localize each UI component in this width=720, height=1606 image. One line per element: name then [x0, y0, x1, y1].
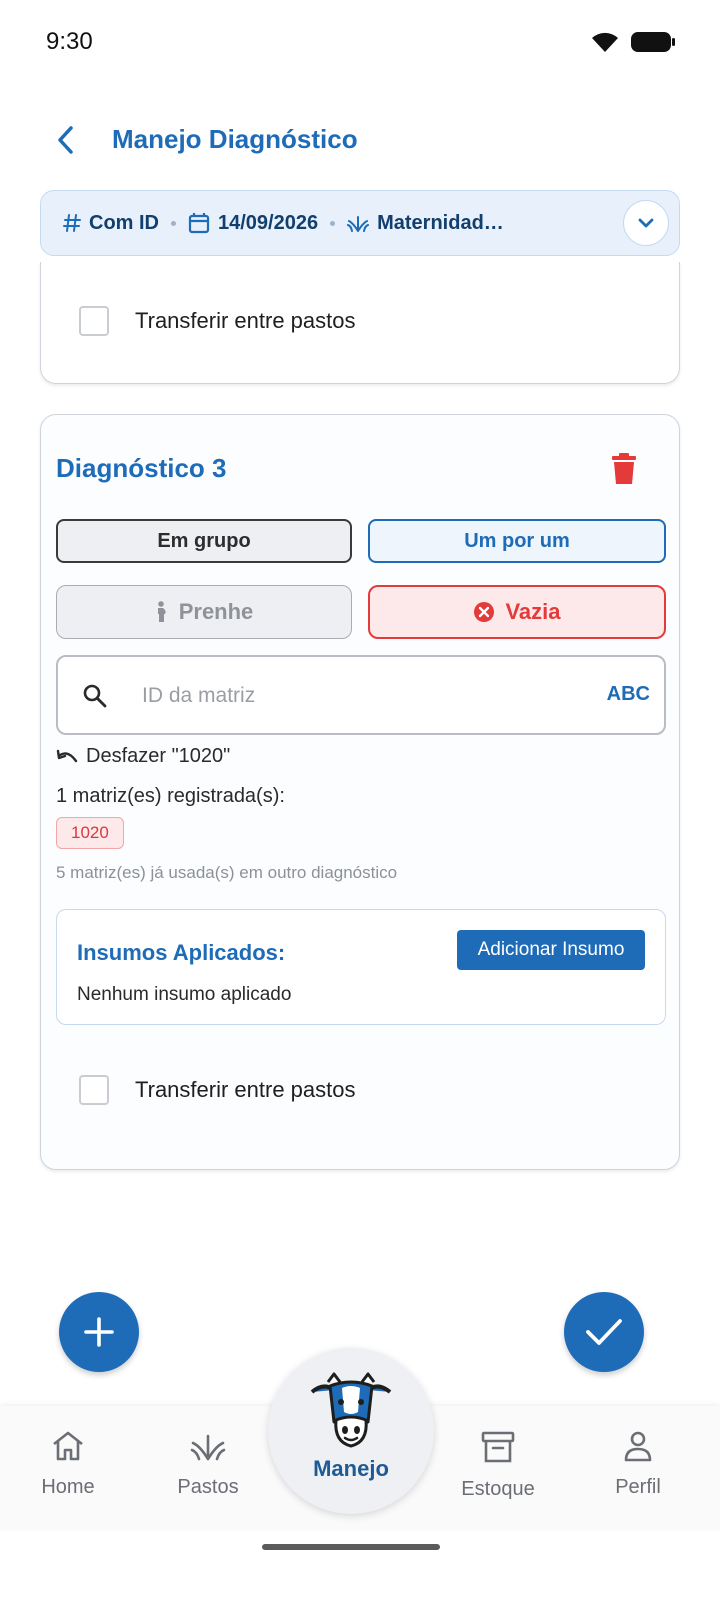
used-matriz-note: 5 matriz(es) já usada(s) em outro diagnó…: [56, 863, 398, 882]
summary-location-label: Maternidad…: [377, 211, 504, 234]
summary-location: Maternidad…: [347, 212, 504, 235]
transfer-checkbox[interactable]: [79, 1075, 109, 1105]
summary-bar[interactable]: Com ID 14/09/2026 Maternidad…: [40, 190, 680, 256]
calendar-icon: [188, 213, 210, 234]
mode-group-button[interactable]: Em grupo: [56, 519, 352, 563]
matriz-id-input[interactable]: [142, 681, 562, 711]
add-diagnostic-button[interactable]: [59, 1292, 139, 1372]
check-icon: [586, 1319, 622, 1345]
nav-pastos[interactable]: Pastos: [148, 1430, 268, 1499]
grass-icon: [347, 216, 370, 232]
back-button[interactable]: [46, 120, 86, 160]
nav-home[interactable]: Home: [8, 1430, 128, 1499]
nav-estoque-label: Estoque: [461, 1478, 535, 1500]
grass-icon: [190, 1434, 226, 1461]
nav-home-label: Home: [41, 1476, 95, 1498]
wifi-icon: [592, 32, 618, 52]
home-indicator[interactable]: [262, 1544, 440, 1550]
battery-icon: [631, 32, 675, 52]
card-title: Diagnóstico 3: [56, 453, 227, 483]
insumos-empty-label: Nenhum insumo aplicado: [77, 984, 292, 1005]
home-icon: [53, 1431, 83, 1461]
plus-icon: [84, 1317, 114, 1347]
undo-label: Desfazer "1020": [86, 745, 231, 767]
nav-manejo[interactable]: Manejo: [268, 1348, 434, 1514]
undo-button[interactable]: Desfazer "1020": [56, 745, 230, 768]
delete-button[interactable]: [607, 449, 641, 489]
archive-icon: [481, 1431, 515, 1463]
cow-icon: [310, 1372, 392, 1448]
chevron-left-icon: [58, 126, 73, 154]
matriz-search-box: ABC: [56, 655, 666, 735]
status-pregnant-label: Prenhe: [178, 599, 254, 624]
nav-pastos-label: Pastos: [177, 1476, 239, 1498]
summary-date: 14/09/2026: [188, 212, 318, 235]
summary-id-mode-label: Com ID: [89, 211, 159, 234]
status-empty-label: Vazia: [505, 599, 561, 624]
page-title: Manejo Diagnóstico: [112, 124, 358, 154]
status-time: 9:30: [46, 28, 93, 55]
registered-count-label: 1 matriz(es) registrada(s):: [56, 785, 285, 807]
app-header: Manejo Diagnóstico: [0, 110, 720, 170]
mode-single-button[interactable]: Um por um: [368, 519, 666, 563]
matriz-chip[interactable]: 1020: [56, 817, 124, 849]
transfer-checkbox[interactable]: [79, 306, 109, 336]
trash-icon: [612, 453, 636, 484]
cancel-circle-icon: [474, 602, 495, 622]
summary-separator: [171, 220, 176, 226]
status-pregnant-button[interactable]: Prenhe: [56, 585, 352, 639]
confirm-button[interactable]: [564, 1292, 644, 1372]
search-icon: [83, 684, 107, 708]
status-bar: 9:30: [0, 0, 720, 90]
pregnant-icon: [157, 601, 166, 622]
summary-date-label: 14/09/2026: [218, 211, 319, 234]
previous-diagnostic-card: Transferir entre pastos: [40, 262, 680, 384]
undo-icon: [56, 749, 78, 762]
summary-expand-button[interactable]: [623, 200, 669, 246]
summary-id-mode: Com ID: [63, 212, 159, 235]
nav-estoque[interactable]: Estoque: [438, 1430, 558, 1501]
status-icons: [590, 30, 676, 54]
person-icon: [624, 1431, 652, 1462]
nav-manejo-label: Manejo: [313, 1456, 389, 1481]
chevron-down-icon: [638, 218, 654, 228]
summary-separator: [330, 220, 336, 226]
transfer-label: Transferir entre pastos: [135, 1077, 356, 1102]
transfer-label: Transferir entre pastos: [135, 308, 356, 333]
nav-perfil-label: Perfil: [615, 1476, 661, 1498]
add-insumo-button[interactable]: Adicionar Insumo: [457, 930, 645, 970]
insumos-title: Insumos Aplicados:: [77, 940, 286, 965]
insumos-section: Insumos Aplicados: Adicionar Insumo Nenh…: [56, 909, 666, 1025]
transfer-row[interactable]: Transferir entre pastos: [79, 306, 356, 336]
status-empty-button[interactable]: Vazia: [368, 585, 666, 639]
diagnostic-card: Diagnóstico 3 Em grupo Um por um Prenhe …: [40, 414, 680, 1170]
transfer-row[interactable]: Transferir entre pastos: [79, 1075, 356, 1105]
hash-icon: [63, 214, 81, 232]
nav-perfil[interactable]: Perfil: [578, 1430, 698, 1499]
keyboard-mode-button[interactable]: ABC: [607, 683, 650, 706]
